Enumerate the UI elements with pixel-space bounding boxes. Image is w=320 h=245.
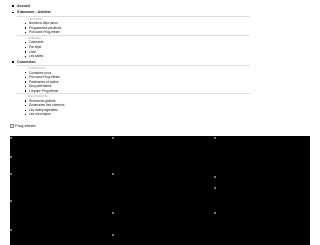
gallery-image-icon[interactable]: [214, 137, 217, 140]
gallery-image-icon[interactable]: [112, 173, 115, 176]
site-logo[interactable]: Prog-éteste: [10, 123, 36, 128]
gallery-image-icon[interactable]: [10, 173, 13, 176]
site-logo-alt-text: Prog-éteste: [15, 123, 36, 128]
gallery-image-icon[interactable]: [214, 176, 217, 179]
nav-item-login[interactable]: Connexion: [10, 59, 310, 65]
nav-item-team[interactable]: L'équipe Prog-éteste: [17, 89, 310, 94]
gallery-image-icon[interactable]: [214, 212, 217, 215]
nav-item-subscribe[interactable]: S'abonner - Acheter: [10, 9, 310, 15]
nav-item-chronicles[interactable]: Les chroniques: [17, 112, 310, 117]
gallery-image-icon[interactable]: [10, 156, 13, 159]
broken-image-icon: [10, 123, 14, 128]
gallery-image-icon[interactable]: [112, 234, 115, 237]
image-gallery: [10, 136, 310, 245]
main-navigation: Accueil S'abonner - Acheter Lettres Numé…: [10, 3, 310, 117]
gallery-image-icon[interactable]: [112, 137, 115, 140]
gallery-image-icon[interactable]: [10, 229, 13, 232]
gallery-image-icon[interactable]: [214, 187, 217, 190]
gallery-image-icon[interactable]: [10, 137, 13, 140]
gallery-image-icon[interactable]: [10, 200, 13, 203]
nav-group-recherche: Recherche Recherche globale Sommaires de…: [17, 93, 310, 117]
nav-item-advertise[interactable]: Pub dans Prog-éteste: [17, 30, 310, 35]
nav-group-agenda: Agenda Calendrier Par style Liste Les sa…: [17, 34, 310, 59]
nav-group-lettres: Lettres Numéros déjà parus Programmes pa…: [17, 15, 310, 35]
nav-group-contacts: Contacts Contactez-nous Pub dans Prog-ét…: [17, 64, 310, 94]
gallery-image-icon[interactable]: [112, 212, 115, 215]
